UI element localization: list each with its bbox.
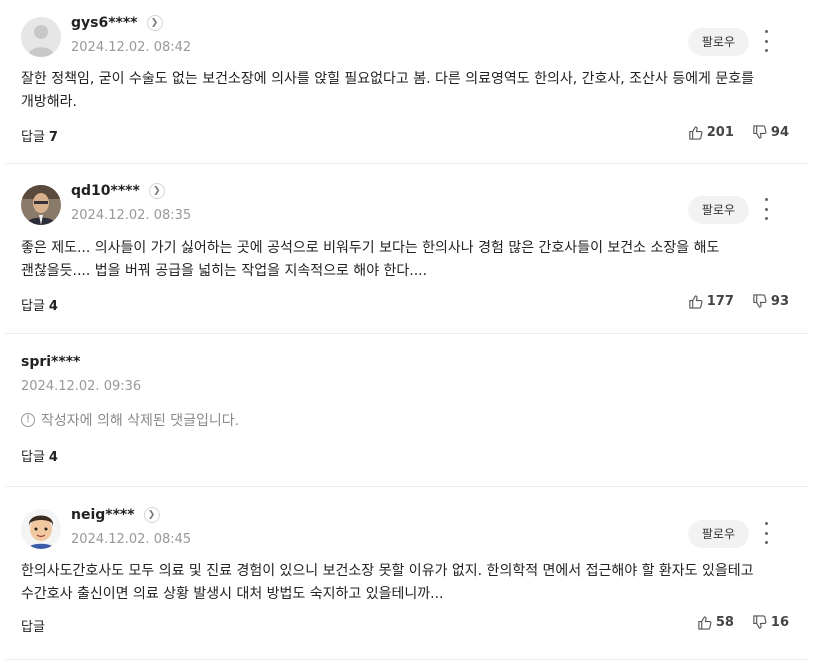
reaction-bar: 201 94 [670, 125, 789, 140]
dislike-count: 16 [770, 615, 789, 630]
like-button[interactable]: 58 [697, 615, 734, 630]
thumbs-down-icon [753, 125, 767, 139]
chevron-right-icon[interactable]: ❯ [148, 183, 165, 199]
reply-label: 답글 [21, 450, 45, 465]
dislike-count: 94 [770, 125, 789, 140]
reply-label: 답글 [21, 620, 45, 635]
comment-header: gys6**** ❯ 2024.12.02. 08:42 팔로우 [21, 12, 791, 60]
comment-date: 2024.12.02. 08:35 [71, 208, 192, 223]
thumbs-down-icon [753, 294, 767, 308]
thumbs-up-icon [698, 616, 712, 630]
profile-avatar[interactable] [21, 509, 61, 549]
chevron-right-icon[interactable]: ❯ [146, 15, 163, 31]
dislike-button[interactable]: 93 [752, 294, 789, 309]
info-icon: ! [21, 413, 35, 427]
comment-date: 2024.12.02. 09:36 [21, 379, 142, 394]
comment-list: gys6**** ❯ 2024.12.02. 08:42 팔로우 잘한 정책임,… [5, 0, 807, 660]
more-options-icon[interactable] [761, 522, 771, 544]
reply-button[interactable]: 답글 4 [21, 295, 58, 314]
follow-button[interactable]: 팔로우 [687, 196, 749, 224]
deleted-notice: ! 작성자에 의해 삭제된 댓글입니다. [21, 410, 239, 430]
like-count: 201 [706, 125, 734, 140]
default-avatar-icon[interactable] [21, 17, 61, 57]
nickname[interactable]: spri**** [21, 354, 80, 370]
profile-avatar[interactable] [21, 185, 61, 225]
like-button[interactable]: 177 [688, 294, 734, 309]
deleted-text: 작성자에 의해 삭제된 댓글입니다. [41, 413, 240, 429]
reaction-bar: 58 16 [679, 615, 789, 630]
follow-button[interactable]: 팔로우 [687, 520, 749, 548]
reply-count: 4 [48, 299, 58, 314]
thumbs-up-icon [689, 126, 703, 140]
comment-item: spri**** 2024.12.02. 09:36 ! 작성자에 의해 삭제된… [5, 334, 807, 487]
comment-header: qd10**** ❯ 2024.12.02. 08:35 팔로우 [21, 176, 791, 225]
comment-item: qd10**** ❯ 2024.12.02. 08:35 팔로우 좋은 제도..… [5, 164, 807, 334]
like-button[interactable]: 201 [688, 125, 734, 140]
follow-button[interactable]: 팔로우 [687, 28, 749, 56]
reply-label: 답글 [21, 299, 45, 314]
comment-text: 한의사도간호사도 모두 의료 및 진료 경험이 있으니 보건소장 못할 이유가 … [21, 563, 754, 602]
dislike-button[interactable]: 16 [752, 615, 789, 630]
reply-label: 답글 [21, 130, 45, 145]
dislike-count: 93 [770, 294, 789, 309]
nickname[interactable]: neig**** [71, 507, 135, 523]
thumbs-down-icon [753, 615, 767, 629]
reply-button[interactable]: 답글 [21, 616, 49, 635]
reply-button[interactable]: 답글 7 [21, 126, 58, 145]
reaction-bar: 177 93 [670, 294, 789, 309]
comment-text: 잘한 정책임, 굳이 수술도 없는 보건소장에 의사를 앉힐 필요없다고 봄. … [21, 71, 755, 110]
reply-button[interactable]: 답글 4 [21, 446, 58, 465]
comment-header: neig**** ❯ 2024.12.02. 08:45 팔로우 [21, 499, 791, 549]
comment-date: 2024.12.02. 08:45 [71, 532, 192, 547]
comment-item: neig**** ❯ 2024.12.02. 08:45 팔로우 한의사도간호사… [5, 487, 807, 660]
comment-item: gys6**** ❯ 2024.12.02. 08:42 팔로우 잘한 정책임,… [5, 0, 807, 164]
nickname[interactable]: qd10**** [71, 183, 140, 199]
reply-count: 4 [48, 450, 58, 465]
nickname[interactable]: gys6**** [71, 15, 138, 31]
like-count: 177 [706, 294, 734, 309]
more-options-icon[interactable] [761, 30, 771, 52]
comment-text: 좋은 제도... 의사들이 가기 싫어하는 곳에 공석으로 비워두기 보다는 한… [21, 240, 720, 279]
dislike-button[interactable]: 94 [752, 125, 789, 140]
reply-count: 7 [48, 130, 58, 145]
comment-date: 2024.12.02. 08:42 [71, 40, 192, 55]
more-options-icon[interactable] [761, 198, 771, 220]
thumbs-up-icon [689, 295, 703, 309]
like-count: 58 [715, 615, 734, 630]
chevron-right-icon[interactable]: ❯ [143, 507, 160, 523]
